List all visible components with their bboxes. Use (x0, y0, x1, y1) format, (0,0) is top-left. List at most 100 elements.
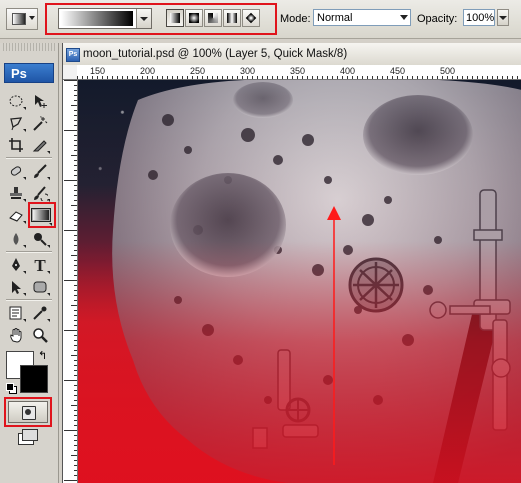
ruler-tick (74, 420, 77, 421)
reflected-gradient-icon[interactable] (223, 9, 241, 27)
chevron-down-icon (29, 16, 35, 20)
ruler-tick (217, 76, 218, 79)
ruler-tick (417, 76, 418, 79)
zoom-tool-icon[interactable] (29, 325, 51, 345)
gradient-picker[interactable] (58, 8, 152, 29)
toolbox-grip[interactable] (3, 43, 55, 51)
ruler-tick (112, 76, 113, 79)
ruler-tick (74, 195, 77, 196)
ruler-tick (64, 280, 77, 281)
ruler-label: 200 (140, 66, 156, 76)
ruler-tick (407, 76, 408, 79)
ruler-tick (74, 170, 77, 171)
path-selection-tool-icon[interactable] (5, 277, 27, 297)
ruler-tick (92, 76, 93, 79)
ruler-tick (74, 95, 77, 96)
ruler-tick (517, 76, 518, 79)
ruler-tick (267, 76, 268, 79)
crop-tool-icon[interactable] (5, 135, 27, 155)
angle-gradient-icon[interactable] (204, 9, 222, 27)
ruler-tick (71, 355, 77, 356)
diamond-gradient-icon[interactable] (242, 9, 260, 27)
ruler-tick (167, 76, 168, 79)
ruler-tick (172, 76, 173, 79)
ruler-tick (422, 76, 423, 79)
gradient-picker-dropdown[interactable] (136, 9, 151, 28)
ruler-tick (262, 76, 263, 79)
document-title-bar[interactable]: Ps moon_tutorial.psd @ 100% (Layer 5, Qu… (63, 43, 521, 66)
ruler-tick (74, 410, 77, 411)
radial-gradient-icon[interactable] (185, 9, 203, 27)
ruler-tick (247, 76, 248, 79)
hand-tool-icon[interactable] (5, 325, 27, 345)
default-colors-icon[interactable] (6, 383, 17, 394)
swap-colors-icon[interactable]: ↰ (38, 349, 47, 362)
ruler-tick (74, 285, 77, 286)
ruler-label: 500 (440, 66, 456, 76)
ruler-tick (412, 76, 413, 79)
photoshop-logo[interactable]: Ps (4, 63, 54, 83)
ruler-tick (502, 76, 503, 79)
chevron-down-icon (400, 15, 408, 20)
screen-mode-icon[interactable] (18, 429, 40, 445)
ruler-label: 300 (240, 66, 256, 76)
ruler-tick (71, 255, 77, 256)
linear-gradient-icon[interactable] (166, 9, 184, 27)
ruler-origin[interactable] (63, 65, 78, 80)
type-tool-icon[interactable]: T (29, 255, 51, 275)
vertical-ruler[interactable] (63, 80, 78, 483)
lasso-tool-icon[interactable] (5, 113, 27, 133)
ruler-tick (377, 76, 378, 79)
ruler-tick (277, 76, 278, 79)
healing-brush-tool-icon[interactable] (5, 161, 27, 181)
ruler-tick (74, 125, 77, 126)
opacity-slider-toggle[interactable] (497, 9, 509, 26)
tool-preset-picker[interactable] (6, 8, 38, 30)
marquee-tool-icon[interactable] (5, 91, 27, 111)
slice-tool-icon[interactable] (29, 135, 51, 155)
ruler-tick (222, 76, 223, 79)
ruler-tick (372, 76, 373, 79)
blur-tool-icon[interactable] (5, 229, 27, 249)
brush-tool-icon[interactable] (29, 161, 51, 181)
ruler-tick (74, 360, 77, 361)
ruler-tick (71, 105, 77, 106)
ruler-tick (157, 76, 158, 79)
ruler-tick (74, 470, 77, 471)
ruler-tick (392, 76, 393, 79)
ruler-tick (272, 76, 273, 79)
ruler-tick (74, 320, 77, 321)
dodge-tool-icon[interactable] (29, 229, 51, 249)
toolbox: Ps T ↰ (0, 43, 59, 483)
ruler-tick (232, 76, 233, 79)
ruler-tick (74, 175, 77, 176)
eyedropper-tool-icon[interactable] (29, 303, 51, 323)
ruler-tick (122, 76, 123, 79)
ruler-tick (74, 450, 77, 451)
ruler-tick (457, 76, 458, 79)
ruler-tick (102, 76, 103, 79)
magic-wand-tool-icon[interactable] (29, 113, 51, 133)
gradient-preview-swatch[interactable] (61, 11, 133, 26)
rectangle-shape-tool-icon[interactable] (29, 277, 51, 297)
eraser-tool-icon[interactable] (5, 205, 27, 225)
ruler-tick (282, 76, 283, 79)
pen-tool-icon[interactable] (5, 255, 27, 275)
background-color-swatch[interactable] (20, 365, 48, 393)
history-brush-tool-icon[interactable] (29, 183, 51, 203)
ruler-tick (74, 370, 77, 371)
ruler-tick (64, 230, 77, 231)
ruler-tick (74, 335, 77, 336)
ruler-tick (74, 210, 77, 211)
notes-tool-icon[interactable] (5, 303, 27, 323)
ruler-tick (212, 76, 213, 79)
horizontal-ruler[interactable]: 150 200 250 300 350 400 450 500 (77, 65, 521, 80)
ruler-tick (462, 76, 463, 79)
clone-stamp-tool-icon[interactable] (5, 183, 27, 203)
opacity-input[interactable]: 100% (463, 9, 495, 26)
image-canvas[interactable] (78, 80, 521, 483)
ruler-tick (74, 350, 77, 351)
move-tool-icon[interactable] (29, 91, 51, 111)
mode-select[interactable]: Normal (313, 9, 411, 26)
ruler-tick (64, 130, 77, 131)
